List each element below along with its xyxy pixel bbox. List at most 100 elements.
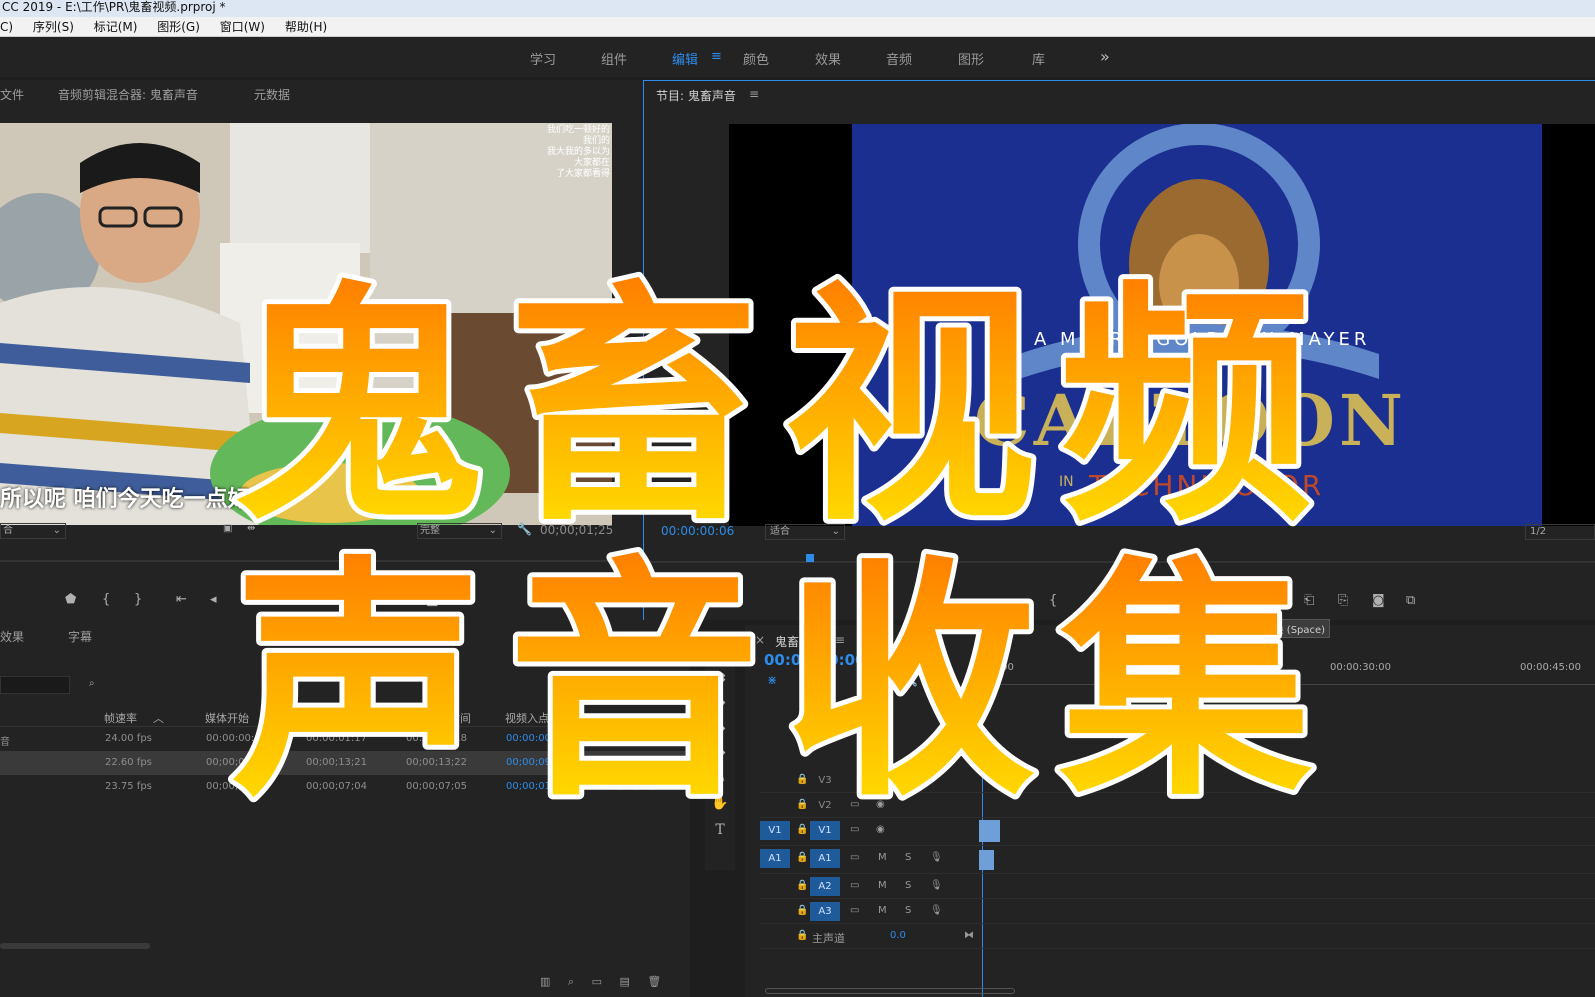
tab-metadata[interactable]: 元数据 [254,86,290,103]
tab-effects[interactable]: 效果 [0,628,24,645]
add-button-icon[interactable]: + [601,592,612,607]
timeline-menu-icon[interactable]: ≡ [835,633,845,647]
sync-lock-icon[interactable]: ▭ [850,880,859,891]
ripple-edit-tool-icon[interactable]: ⇹ [710,695,730,711]
go-to-out-icon[interactable]: ⇥ [313,592,324,607]
master-volume-value[interactable]: 0.0 [890,930,906,941]
pen-tool-icon[interactable]: ✎ [710,770,730,786]
close-icon[interactable]: × [755,633,765,647]
workspace-assembly[interactable]: 组件 [601,49,627,68]
program-scrubber[interactable] [644,561,1595,563]
type-tool-icon[interactable]: T [710,822,730,838]
find-icon[interactable]: ⌕ [568,975,574,988]
comparison-view-icon[interactable]: ⧉ [1406,593,1415,608]
lock-icon[interactable]: 🔒 [796,799,808,810]
workspace-graphics[interactable]: 图形 [958,49,984,68]
workspace-more-icon[interactable]: » [1100,47,1110,66]
razor-tool-icon[interactable]: ◆ [710,720,730,736]
workspace-learn[interactable]: 学习 [530,49,556,68]
freeform-view-icon[interactable]: ▥ [540,975,550,988]
microphone-icon[interactable]: 🎙 [930,905,943,916]
trash-icon[interactable]: 🗑 [647,975,661,988]
sync-lock-icon[interactable]: ▭ [850,905,859,916]
microphone-icon[interactable]: 🎙 [930,880,943,891]
video-clip[interactable] [979,820,1000,842]
step-back-icon[interactable]: ◂ [1158,593,1165,608]
camera-icon[interactable]: ◙ [426,592,439,607]
track-target-a2[interactable]: A2 [810,877,840,896]
track-target-v2[interactable]: V2 [810,796,840,815]
source-patch-v1[interactable]: V1 [760,821,790,840]
menu-item-marker[interactable]: 标记(M) [94,20,138,34]
lock-icon[interactable]: 🔒 [796,774,808,785]
overwrite-icon[interactable]: ⎙ [391,592,401,607]
sort-ascending-icon[interactable]: ︿ [153,710,164,726]
lock-icon[interactable]: 🔒 [796,824,808,835]
sync-lock-icon[interactable]: ▭ [850,799,859,810]
timeline-ruler[interactable]: 00:00 00:00:15:00 00:00:30:00 00:00:45:0… [985,662,1595,674]
go-to-in-icon[interactable]: ⇤ [176,592,187,607]
mark-out-icon[interactable]: } [134,592,142,607]
lock-icon[interactable]: 🔒 [796,930,808,941]
menu-item-sequence[interactable]: 序列(S) [33,20,74,34]
cell-in[interactable]: 00;00;09;23 [506,757,567,768]
column-media-duration[interactable]: 媒体持续时间 [405,710,471,726]
play-icon[interactable]: ▶ [244,592,254,607]
timeline-zoom-scrollbar[interactable] [765,988,1015,994]
menu-item-clip[interactable]: C) [0,20,13,34]
column-video-in[interactable]: 视频入点 [505,710,549,726]
new-item-icon[interactable]: ▤ [619,975,629,988]
solo-button[interactable]: S [905,880,911,891]
solo-button[interactable]: S [905,905,911,916]
lift-icon[interactable]: ⎗ [1304,593,1314,608]
track-target-v3[interactable]: V3 [810,771,840,790]
wrench-icon[interactable]: 🔧 [517,522,532,536]
solo-button[interactable]: S [905,852,911,863]
workspace-menu-icon[interactable]: ≡ [711,49,722,64]
lock-icon[interactable]: 🔒 [796,905,808,916]
track-target-a3[interactable]: A3 [810,902,840,921]
column-media-start[interactable]: 媒体开始 [205,710,249,726]
timeline-settings-wrench-icon[interactable]: 🔧 [903,673,918,687]
add-marker-icon[interactable]: ⬟ [65,592,76,607]
lock-icon[interactable]: 🔒 [796,880,808,891]
column-media-end[interactable]: 媒体结束 [305,710,349,726]
cell-out[interactable]: 00;00;04;15 [606,781,667,792]
eye-icon[interactable]: ◉ [876,824,885,835]
table-row-selected[interactable]: 22.60 fps 00;00;00;00 00;00;13;21 00;00;… [0,751,690,775]
workspace-effects[interactable]: 效果 [815,49,841,68]
project-search-input[interactable] [0,676,70,694]
source-fit-dropdown[interactable]: 合 ⌄ [0,523,66,539]
mark-out-icon[interactable]: { [1049,593,1057,608]
slip-tool-icon[interactable]: ↔ [710,745,730,761]
selection-tool-icon[interactable]: ➤ [710,645,730,661]
hand-tool-icon[interactable]: ✋ [710,795,730,811]
program-fit-dropdown[interactable]: 适合 ⌄ [765,524,845,540]
sync-lock-icon[interactable]: ▭ [850,852,859,863]
cell-in[interactable]: 00;00;01;23 [506,781,567,792]
new-bin-icon[interactable]: ▭ [592,975,602,988]
tab-project[interactable]: 文件 [0,86,24,103]
program-timecode[interactable]: 00:00:00:06 [661,524,734,538]
mute-button[interactable]: M [878,852,887,863]
menu-item-window[interactable]: 窗口(W) [220,20,265,34]
workspace-libraries[interactable]: 库 [1032,49,1045,68]
program-menu-icon[interactable]: ≡ [749,87,759,101]
program-resolution-dropdown[interactable]: 1/2 [1525,524,1595,540]
sync-lock-icon[interactable]: ▭ [850,824,859,835]
menu-item-help[interactable]: 帮助(H) [285,20,327,34]
column-frame-rate[interactable]: 帧速率 [104,710,137,726]
source-patch-a1[interactable]: A1 [760,849,790,868]
menu-item-graphics[interactable]: 图形(G) [157,20,200,34]
tab-captions[interactable]: 字幕 [68,628,92,645]
source-quality-dropdown[interactable]: 完整 ⌄ [417,523,502,539]
step-back-icon[interactable]: ◂ [210,592,217,607]
step-forward-icon[interactable]: ▸ [279,592,286,607]
audio-clip[interactable] [979,850,994,870]
mute-button[interactable]: M [878,880,887,891]
program-playhead[interactable] [806,554,814,562]
track-select-tool-icon[interactable]: ⇉ [710,670,730,686]
project-horizontal-scrollbar[interactable] [0,943,150,949]
mute-button[interactable]: M [878,905,887,916]
track-target-v1[interactable]: V1 [810,821,840,840]
